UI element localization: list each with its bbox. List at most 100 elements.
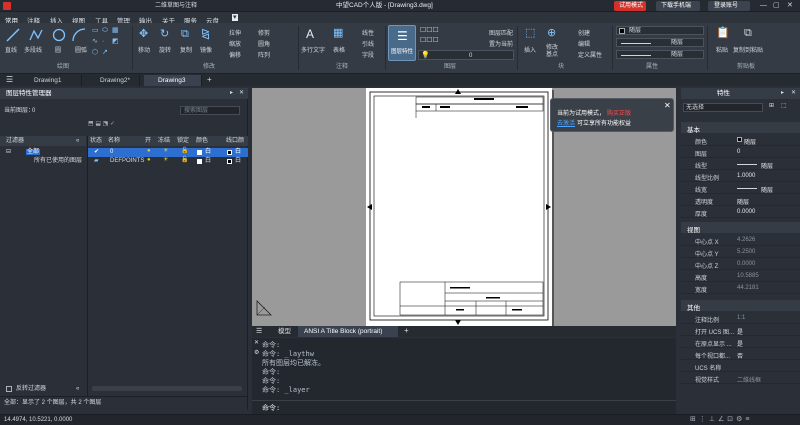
mtext-icon[interactable]: A: [306, 28, 314, 40]
collapse-filter-icon[interactable]: «: [76, 138, 79, 144]
vp-color-swatch-icon[interactable]: [227, 150, 232, 155]
tab-drawing2[interactable]: Drawing2*: [86, 75, 140, 86]
prop-row[interactable]: 每个视口都... 否: [681, 348, 800, 360]
prop-row[interactable]: 图层 0: [681, 146, 800, 158]
prop-row[interactable]: 透明度 随层: [681, 194, 800, 206]
trim-label[interactable]: 修剪: [258, 28, 270, 37]
filter-all[interactable]: 全部: [26, 149, 41, 155]
props-pin-icon[interactable]: ▸: [781, 90, 784, 96]
filter-tree-toggle-icon[interactable]: ⊟: [6, 149, 11, 155]
polyline-icon[interactable]: [29, 28, 43, 42]
maximize-icon[interactable]: ▢: [773, 2, 780, 9]
filter-used[interactable]: 所有已使用的图层: [34, 158, 82, 164]
section-basic[interactable]: 基本: [681, 122, 800, 134]
command-prompt[interactable]: 命令:: [262, 403, 280, 413]
layer-name[interactable]: DEFPOINTS: [110, 158, 144, 164]
tab-layout[interactable]: ANSI A Title Block (portrait): [298, 326, 398, 337]
on-bulb-icon[interactable]: ●: [147, 157, 151, 163]
prop-row[interactable]: 中心点 Z 0.0000: [681, 258, 800, 270]
lineweight-dropdown[interactable]: 随层: [616, 50, 704, 59]
prop-row[interactable]: 中心点 X 4.2626: [681, 234, 800, 246]
modify-base-icon[interactable]: ⊕: [547, 28, 556, 39]
rotate-icon[interactable]: ↻: [160, 29, 169, 40]
toast-buy-link[interactable]: 购买正版: [607, 111, 631, 117]
fillet-label[interactable]: 圆角: [258, 39, 270, 48]
color-swatch-icon[interactable]: [197, 159, 202, 164]
prop-row[interactable]: UCS 名称: [681, 360, 800, 372]
prop-row[interactable]: 颜色 随层: [681, 134, 800, 146]
app-menu-icon[interactable]: ☰: [6, 76, 13, 84]
quick-select-icon[interactable]: ⊞: [769, 103, 774, 109]
props-close-icon[interactable]: ✕: [791, 90, 796, 96]
select-objects-icon[interactable]: ⬚: [781, 103, 787, 109]
status-toggle-icons[interactable]: ⊞⋮⊥∠⊡⚙≡: [690, 416, 752, 423]
layer-search-input[interactable]: 搜索图层: [180, 106, 240, 115]
layer-match-label[interactable]: 图层匹配: [489, 28, 513, 37]
insert-block-icon[interactable]: ⬚: [525, 28, 535, 39]
color-swatch-icon[interactable]: [197, 150, 202, 155]
linetype-dropdown[interactable]: 随层: [616, 38, 704, 47]
color-dropdown[interactable]: 随层: [616, 26, 704, 35]
toast-close-icon[interactable]: ✕: [664, 102, 671, 110]
prop-row[interactable]: 高度 10.5885: [681, 270, 800, 282]
freeze-sun-icon[interactable]: ☀: [163, 148, 168, 154]
edit-block-label[interactable]: 编辑: [578, 39, 590, 48]
prop-row[interactable]: 线型 随层: [681, 158, 800, 170]
selection-dropdown[interactable]: 无选择: [683, 103, 763, 112]
copy-clip-icon[interactable]: ⧉: [744, 28, 752, 39]
minimize-icon[interactable]: —: [760, 2, 767, 9]
arc-icon[interactable]: [72, 28, 86, 42]
panel-pin-icon[interactable]: ▸: [230, 90, 233, 96]
vp-color-swatch-icon[interactable]: [227, 159, 232, 164]
download-mobile-button[interactable]: 下载手机端: [656, 1, 700, 11]
drawing-canvas[interactable]: ✕ 当前为试用模式， 购买正版 去激活 可立享所有功能权益: [252, 88, 676, 326]
leader-label[interactable]: 引线: [362, 39, 374, 48]
new-layout-icon[interactable]: +: [404, 327, 409, 335]
move-icon[interactable]: ✥: [139, 29, 148, 40]
tab-model[interactable]: 模型: [278, 328, 291, 336]
circle-icon[interactable]: [52, 28, 66, 42]
prop-row[interactable]: 宽度 44.2181: [681, 282, 800, 294]
prop-row[interactable]: 在原点显示 ... 是: [681, 336, 800, 348]
ribbon-toggle-icon[interactable]: ▾: [232, 14, 238, 21]
array-label[interactable]: 阵列: [258, 50, 270, 59]
layout-menu-icon[interactable]: ☰: [256, 328, 262, 335]
tab-drawing3[interactable]: Drawing3: [144, 75, 202, 86]
workspace-label[interactable]: 二维草图与注释: [155, 3, 197, 9]
close-icon[interactable]: ✕: [787, 2, 793, 9]
set-current-label[interactable]: 置为当前: [489, 39, 513, 48]
draw-small-tools[interactable]: ▭ ⬭ ▦ ∿ · ◩ ⬡ ↗: [92, 27, 130, 61]
cmd-settings-icon[interactable]: ⚙: [254, 350, 259, 356]
stretch-label[interactable]: 拉伸: [229, 28, 241, 37]
prop-row[interactable]: 线型比例 1.0000: [681, 170, 800, 182]
expand-filter-icon[interactable]: «: [76, 386, 79, 392]
toast-activate-link[interactable]: 去激活: [557, 121, 575, 127]
prop-row[interactable]: 打开 UCS 图... 是: [681, 324, 800, 336]
prop-row[interactable]: 注释比例 1:1: [681, 312, 800, 324]
section-view[interactable]: 视图: [681, 222, 800, 234]
section-misc[interactable]: 其他: [681, 300, 800, 312]
freeze-sun-icon[interactable]: ☀: [163, 157, 168, 163]
layer-tool-icons[interactable]: ☐☐☐ ☐☐☐: [420, 27, 460, 47]
define-attr-label[interactable]: 定义属性: [578, 50, 602, 59]
layer-toolbar[interactable]: ⬒ ⬓ ⬔ ✓: [88, 121, 128, 131]
mirror-icon[interactable]: ⧎: [201, 29, 210, 40]
on-bulb-icon[interactable]: ●: [147, 148, 151, 154]
linear-label[interactable]: 线性: [362, 28, 374, 37]
panel-close-icon[interactable]: ✕: [239, 90, 244, 96]
prop-row[interactable]: 中心点 Y 5.2500: [681, 246, 800, 258]
create-block-label[interactable]: 创建: [578, 28, 590, 37]
offset-label[interactable]: 偏移: [229, 50, 241, 59]
trial-badge[interactable]: 试用模式: [614, 1, 646, 11]
layer-hscroll[interactable]: [92, 386, 242, 391]
field-label[interactable]: 字段: [362, 50, 374, 59]
lock-icon[interactable]: 🔓: [181, 148, 188, 154]
prop-row[interactable]: 视觉样式 二维线框: [681, 372, 800, 384]
layer-dropdown[interactable]: 💡 0: [418, 50, 514, 60]
scale-label[interactable]: 缩放: [229, 39, 241, 48]
prop-row[interactable]: 厚度 0.0000: [681, 206, 800, 218]
line-icon[interactable]: [6, 28, 20, 42]
cmd-close-icon[interactable]: ✕: [254, 340, 259, 346]
new-tab-icon[interactable]: +: [207, 76, 212, 84]
layer-properties-button[interactable]: ☰ 图层特性: [388, 25, 416, 61]
